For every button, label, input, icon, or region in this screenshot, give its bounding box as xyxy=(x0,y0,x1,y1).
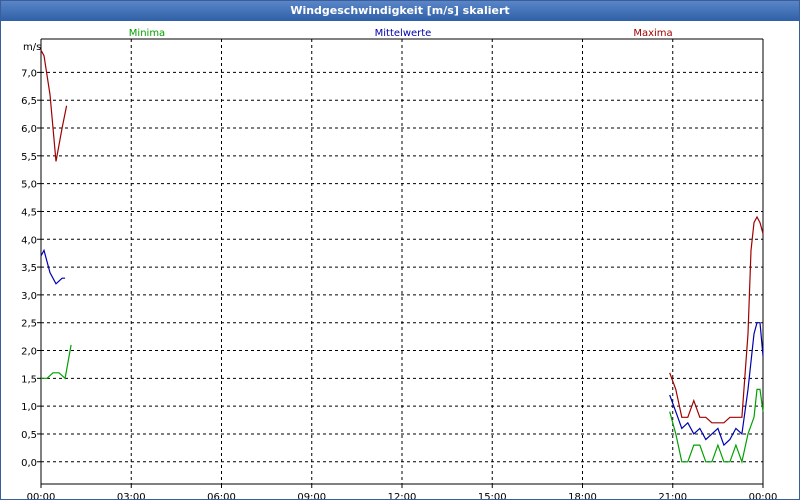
line-chart: m/s Minima Mittelwerte Maxima 0,0 0,5 1,0 1… xyxy=(21,28,778,499)
y-tick-label: 3,5 xyxy=(21,263,37,274)
legend-maxima: Maxima xyxy=(633,28,672,39)
y-tick-label: 2,0 xyxy=(21,347,37,358)
x-tick-time: 12:00 xyxy=(388,492,417,499)
x-tick-time: 00:00 xyxy=(749,492,778,499)
x-tick-time: 18:00 xyxy=(568,492,597,499)
legend-minima: Minima xyxy=(129,28,165,39)
y-tick-labels: 0,0 0,5 1,0 1,5 2,0 2,5 3,0 3,5 4,0 4,5 5,0 5,5 6,0 6… xyxy=(21,68,41,469)
y-tick-label: 4,5 xyxy=(21,207,37,218)
y-tick-label: 2,5 xyxy=(21,319,37,330)
y-tick-label: 0,0 xyxy=(21,458,37,469)
window-title: Windgeschwindigkeit [m/s] skaliert xyxy=(1,1,799,21)
x-tick-time: 03:00 xyxy=(117,492,146,499)
y-tick-label: 5,0 xyxy=(21,180,37,191)
x-tick-time: 15:00 xyxy=(478,492,507,499)
y-tick-label: 1,5 xyxy=(21,374,37,385)
y-tick-label: 3,0 xyxy=(21,291,37,302)
y-tick-label: 0,5 xyxy=(21,430,37,441)
y-tick-label: 7,0 xyxy=(21,68,37,79)
x-tick-labels: 00:0031.08.1003:0031.08.1006:0031.08.100… xyxy=(27,484,778,499)
y-tick-label: 4,0 xyxy=(21,235,37,246)
y-axis-unit-label: m/s xyxy=(23,42,41,53)
x-tick-time: 06:00 xyxy=(207,492,236,499)
legend-mittelwerte: Mittelwerte xyxy=(375,28,432,39)
y-tick-label: 5,5 xyxy=(21,152,37,163)
y-tick-label: 6,0 xyxy=(21,124,37,135)
x-tick-time: 21:00 xyxy=(658,492,687,499)
chart-window: Windgeschwindigkeit [m/s] skaliert m/s M… xyxy=(0,0,800,500)
x-tick-time: 00:00 xyxy=(27,492,56,499)
y-tick-label: 6,5 xyxy=(21,96,37,107)
x-tick-time: 09:00 xyxy=(297,492,326,499)
y-tick-label: 1,0 xyxy=(21,402,37,413)
